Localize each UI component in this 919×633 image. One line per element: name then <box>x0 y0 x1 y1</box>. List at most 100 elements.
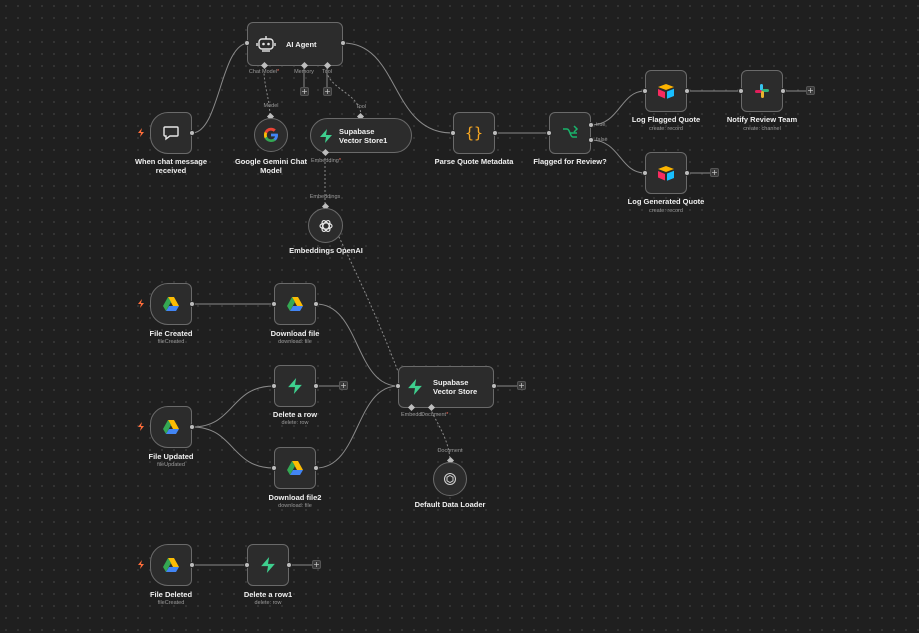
download-file-node[interactable] <box>274 283 316 325</box>
download-file-input-port[interactable] <box>271 301 277 307</box>
add-after-delete-row-button[interactable]: + <box>339 381 348 390</box>
trigger-bolt-icon <box>138 128 144 137</box>
ai-agent-node[interactable]: AI Agent <box>247 22 343 66</box>
delete-row1-label: Delete a row1 <box>243 590 293 599</box>
download-file2-output-port[interactable] <box>313 465 319 471</box>
flagged-if-true-label: true <box>596 122 606 128</box>
chat-trigger-output-port[interactable] <box>189 130 195 136</box>
data-loader-node[interactable] <box>433 462 467 496</box>
notify-team-sub: create: channel <box>743 126 781 132</box>
add-tool-button[interactable]: + <box>323 87 332 96</box>
delete-row-label: Delete a row <box>272 410 318 419</box>
ai-agent-chat-model-label: Chat Model* <box>248 69 280 75</box>
parse-quote-input-port[interactable] <box>450 130 456 136</box>
google-drive-icon <box>162 296 180 312</box>
gemini-node[interactable] <box>254 118 288 152</box>
file-deleted-output-port[interactable] <box>189 562 195 568</box>
chat-trigger-node[interactable] <box>150 112 192 154</box>
add-after-delete-row1-button[interactable]: + <box>312 560 321 569</box>
airtable-icon <box>657 165 675 181</box>
google-icon <box>263 127 279 143</box>
document-loader-icon <box>443 472 457 486</box>
vector-store-tool-embedding-label: Embedding* <box>311 158 341 164</box>
supabase-icon <box>287 378 303 394</box>
delete-row-node[interactable] <box>274 365 316 407</box>
delete-row1-node[interactable] <box>247 544 289 586</box>
file-created-output-port[interactable] <box>189 301 195 307</box>
download-file2-node[interactable] <box>274 447 316 489</box>
download-file2-input-port[interactable] <box>271 465 277 471</box>
log-flagged-input-port[interactable] <box>642 88 648 94</box>
file-updated-node[interactable] <box>150 406 192 448</box>
ai-agent-tool-label: Tool <box>321 69 333 75</box>
file-created-node[interactable] <box>150 283 192 325</box>
code-braces-icon: {} <box>465 124 483 142</box>
notify-team-label: Notify Review Team <box>726 115 798 124</box>
slack-icon <box>754 83 770 99</box>
flagged-if-false-port[interactable] <box>588 137 594 143</box>
flagged-if-true-port[interactable] <box>588 122 594 128</box>
supabase-icon <box>407 379 423 395</box>
delete-row-output-port[interactable] <box>313 383 319 389</box>
vector-store-tool-node[interactable]: Supabase Vector Store1 <box>310 118 412 153</box>
vector-store-node[interactable]: Supabase Vector Store <box>398 366 494 408</box>
flagged-if-node[interactable] <box>549 112 591 154</box>
ai-agent-memory-label: Memory <box>294 69 314 75</box>
ai-agent-label: AI Agent <box>286 39 317 49</box>
flagged-if-input-port[interactable] <box>546 130 552 136</box>
file-deleted-node[interactable] <box>150 544 192 586</box>
sub-wire-gemini-model <box>263 72 271 120</box>
download-file-output-port[interactable] <box>313 301 319 307</box>
embeddings-openai-node[interactable] <box>308 208 343 243</box>
trigger-bolt-icon <box>138 560 144 569</box>
delete-row1-output-port[interactable] <box>286 562 292 568</box>
flagged-if-label: Flagged for Review? <box>533 157 607 166</box>
chat-trigger-label: When chat message received <box>134 157 208 175</box>
vector-store-input-port[interactable] <box>395 383 401 389</box>
file-updated-output-port[interactable] <box>189 424 195 430</box>
embeddings-openai-label: Embeddings OpenAI <box>289 246 363 255</box>
vector-store-document-label: Document* <box>421 412 449 418</box>
log-generated-node[interactable] <box>645 152 687 194</box>
google-drive-icon <box>286 296 304 312</box>
delete-row-input-port[interactable] <box>271 383 277 389</box>
file-updated-label: File Updated <box>148 452 194 461</box>
parse-quote-output-port[interactable] <box>492 130 498 136</box>
log-generated-label: Log Generated Quote <box>627 197 705 206</box>
vector-store-tool-top-label: Tool <box>355 104 367 110</box>
log-generated-output-port[interactable] <box>684 170 690 176</box>
add-after-log-generated-button[interactable]: + <box>710 168 719 177</box>
vector-store-embedding-label: Embeddi <box>401 412 423 418</box>
embeddings-openai-port-label: Embeddings <box>309 194 341 200</box>
wire-chat-to-agent <box>191 42 250 134</box>
delete-row-sub: delete: row <box>281 420 309 426</box>
workflow-canvas[interactable]: AI Agent Chat Model* Memory Tool + + Whe… <box>0 0 919 633</box>
log-flagged-output-port[interactable] <box>684 88 690 94</box>
download-file2-sub: download: file <box>278 503 312 509</box>
data-loader-port-label: Document <box>437 448 463 454</box>
trigger-bolt-icon <box>138 422 144 431</box>
log-flagged-label: Log Flagged Quote <box>631 115 701 124</box>
delete-row1-input-port[interactable] <box>244 562 250 568</box>
download-file-label: Download file <box>270 329 320 338</box>
add-after-vector-store-button[interactable]: + <box>517 381 526 390</box>
file-created-sub: fileCreated <box>157 339 185 345</box>
parse-quote-label: Parse Quote Metadata <box>434 157 514 166</box>
notify-team-output-port[interactable] <box>780 88 786 94</box>
log-generated-input-port[interactable] <box>642 170 648 176</box>
vector-store-output-port[interactable] <box>491 383 497 389</box>
add-after-notify-button[interactable]: + <box>806 86 815 95</box>
parse-quote-node[interactable]: {} <box>453 112 495 154</box>
notify-team-node[interactable] <box>741 70 783 112</box>
ai-agent-output-port[interactable] <box>340 40 346 46</box>
vector-store-tool-label: Supabase Vector Store1 <box>339 126 388 145</box>
google-drive-icon <box>162 419 180 435</box>
ai-agent-input-port[interactable] <box>244 40 250 46</box>
file-deleted-sub: fileCreated <box>157 600 185 606</box>
vector-store-label: Supabase Vector Store <box>433 378 478 396</box>
log-flagged-node[interactable] <box>645 70 687 112</box>
notify-team-input-port[interactable] <box>738 88 744 94</box>
supabase-icon <box>319 128 333 143</box>
svg-text:{}: {} <box>465 124 483 142</box>
add-memory-button[interactable]: + <box>300 87 309 96</box>
